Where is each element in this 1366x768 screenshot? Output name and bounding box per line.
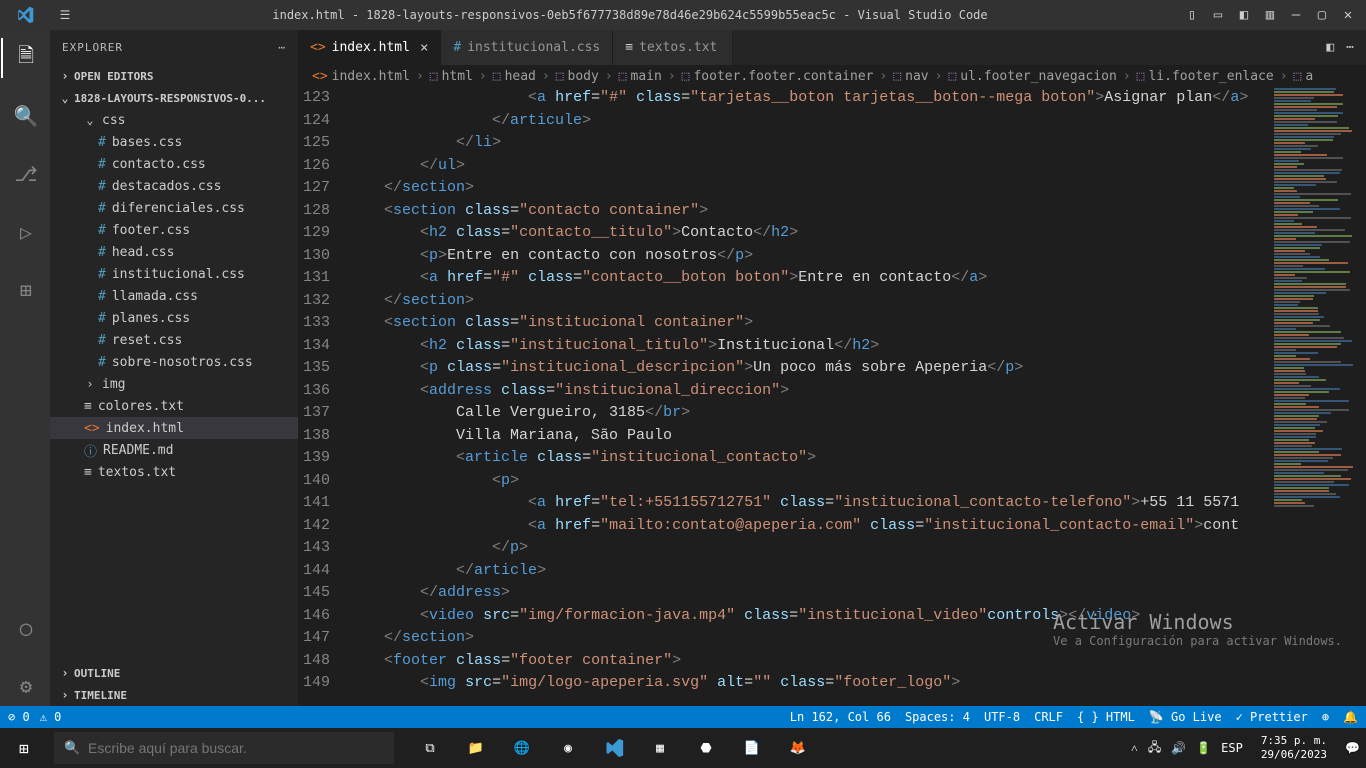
tab-index.html[interactable]: <>index.html×	[298, 30, 441, 65]
close-icon[interactable]: ✕	[1336, 7, 1360, 23]
folder-css[interactable]: ⌄css	[50, 109, 298, 131]
editor-tabs: <>index.html×#institucional.css≡textos.t…	[298, 30, 1366, 65]
tray-chevron-icon[interactable]: ˄	[1131, 741, 1138, 756]
run-debug-icon[interactable]: ▷	[1, 212, 49, 252]
file-bases.css[interactable]: #bases.css	[50, 131, 298, 153]
hamburger-menu-icon[interactable]: ☰	[50, 8, 80, 22]
status-prettier[interactable]: ✓ Prettier	[1236, 710, 1308, 724]
edge-icon[interactable]: 🌐	[500, 728, 544, 768]
file-README.md[interactable]: ⓘREADME.md	[50, 439, 298, 461]
explorer-sidebar: EXPLORER ⋯ ›OPEN EDITORS ⌄1828-LAYOUTS-R…	[50, 30, 298, 706]
chrome-icon[interactable]: ◉	[546, 728, 590, 768]
taskbar-search-input[interactable]	[88, 740, 384, 756]
file-explorer-icon[interactable]: 📁	[454, 728, 498, 768]
folder-img[interactable]: ›img	[50, 373, 298, 395]
file-institucional.css[interactable]: #institucional.css	[50, 263, 298, 285]
editor-area: <>index.html×#institucional.css≡textos.t…	[298, 30, 1366, 706]
status-golive[interactable]: 📡 Go Live	[1149, 710, 1222, 724]
layout-panel-icon[interactable]: ▭	[1206, 7, 1230, 23]
search-icon[interactable]: 🔍	[1, 96, 49, 136]
search-icon: 🔍	[64, 741, 80, 756]
file-destacados.css[interactable]: #destacados.css	[50, 175, 298, 197]
title-bar: ☰ index.html - 1828-layouts-responsivos-…	[0, 0, 1366, 30]
start-button[interactable]: ⊞	[0, 739, 48, 758]
more-editor-actions-icon[interactable]: ⋯	[1346, 40, 1354, 55]
minimize-icon[interactable]: —	[1284, 7, 1308, 23]
app6-icon[interactable]: ⬣	[684, 728, 728, 768]
file-colores.txt[interactable]: ≡colores.txt	[50, 395, 298, 417]
maximize-icon[interactable]: ▢	[1310, 7, 1334, 23]
file-diferenciales.css[interactable]: #diferenciales.css	[50, 197, 298, 219]
timeline-section[interactable]: ›TIMELINE	[50, 684, 298, 706]
app7-icon[interactable]: 📄	[730, 728, 774, 768]
task-view-icon[interactable]: ⧉	[408, 728, 452, 768]
status-cursor-position[interactable]: Ln 162, Col 66	[790, 710, 891, 724]
tray-clock[interactable]: 7:35 p. m. 29/06/2023	[1253, 734, 1335, 762]
status-language[interactable]: { } HTML	[1077, 710, 1135, 724]
minimap[interactable]	[1270, 87, 1366, 607]
status-errors[interactable]: ⊘ 0	[8, 710, 30, 724]
file-footer.css[interactable]: #footer.css	[50, 219, 298, 241]
breadcrumb[interactable]: <>index.html›⬚html›⬚head›⬚body›⬚main›⬚fo…	[298, 65, 1366, 87]
status-encoding[interactable]: UTF-8	[984, 710, 1020, 724]
file-llamada.css[interactable]: #llamada.css	[50, 285, 298, 307]
tab-textos.txt[interactable]: ≡textos.txt	[613, 30, 733, 65]
windows-activation-watermark: Activar Windows Ve a Configuración para …	[1053, 610, 1342, 648]
accounts-icon[interactable]: ◯	[1, 608, 49, 648]
status-notifications-icon[interactable]: 🔔	[1343, 710, 1358, 724]
app5-icon[interactable]: ▦	[638, 728, 682, 768]
explorer-title: EXPLORER	[62, 41, 123, 54]
file-sobre-nosotros.css[interactable]: #sobre-nosotros.css	[50, 351, 298, 373]
extensions-icon[interactable]: ⊞	[1, 270, 49, 310]
file-head.css[interactable]: #head.css	[50, 241, 298, 263]
windows-taskbar: ⊞ 🔍 ⧉ 📁 🌐 ◉ ▦ ⬣ 📄 🦊 ˄ 🖧 🔊 🔋 ESP 7:35 p. …	[0, 728, 1366, 768]
tray-battery-icon[interactable]: 🔋	[1196, 741, 1211, 755]
status-bar: ⊘ 0 ⚠ 0 Ln 162, Col 66 Spaces: 4 UTF-8 C…	[0, 706, 1366, 728]
file-planes.css[interactable]: #planes.css	[50, 307, 298, 329]
tray-volume-icon[interactable]: 🔊	[1171, 741, 1186, 755]
file-reset.css[interactable]: #reset.css	[50, 329, 298, 351]
status-indentation[interactable]: Spaces: 4	[905, 710, 970, 724]
vscode-taskbar-icon[interactable]	[592, 728, 636, 768]
layout-editor-icon[interactable]: ▯	[1180, 7, 1204, 23]
status-eol[interactable]: CRLF	[1034, 710, 1063, 724]
line-gutter: 123 124 125 126 127 128 129 130 131 132 …	[298, 87, 348, 706]
window-title: index.html - 1828-layouts-responsivos-0e…	[80, 8, 1180, 22]
status-feedback-icon[interactable]: ⊕	[1322, 710, 1329, 724]
tray-network-icon[interactable]: 🖧	[1148, 738, 1161, 759]
vscode-logo	[0, 6, 50, 24]
split-editor-icon[interactable]: ◧	[1326, 40, 1334, 55]
file-textos.txt[interactable]: ≡textos.txt	[50, 461, 298, 483]
settings-gear-icon[interactable]: ⚙	[1, 666, 49, 706]
activity-bar: 🗎 🔍 ⎇ ▷ ⊞ ◯ ⚙	[0, 30, 50, 706]
status-warnings[interactable]: ⚠ 0	[40, 710, 62, 724]
firefox-icon[interactable]: 🦊	[776, 728, 820, 768]
tray-language[interactable]: ESP	[1221, 741, 1243, 755]
layout-customize-icon[interactable]: ▥	[1258, 7, 1282, 23]
outline-section[interactable]: ›OUTLINE	[50, 662, 298, 684]
layout-sidebar-icon[interactable]: ◧	[1232, 7, 1256, 23]
tab-institucional.css[interactable]: #institucional.css	[441, 30, 613, 65]
file-contacto.css[interactable]: #contacto.css	[50, 153, 298, 175]
more-actions-icon[interactable]: ⋯	[278, 41, 286, 54]
open-editors-section[interactable]: ›OPEN EDITORS	[50, 65, 298, 87]
tab-close-icon[interactable]: ×	[416, 40, 428, 56]
tray-notifications-icon[interactable]: 💬	[1345, 741, 1360, 755]
project-root[interactable]: ⌄1828-LAYOUTS-RESPONSIVOS-0...	[50, 87, 298, 109]
source-control-icon[interactable]: ⎇	[1, 154, 49, 194]
taskbar-search[interactable]: 🔍	[54, 732, 394, 764]
file-index.html[interactable]: <>index.html	[50, 417, 298, 439]
explorer-icon[interactable]: 🗎	[1, 38, 49, 78]
